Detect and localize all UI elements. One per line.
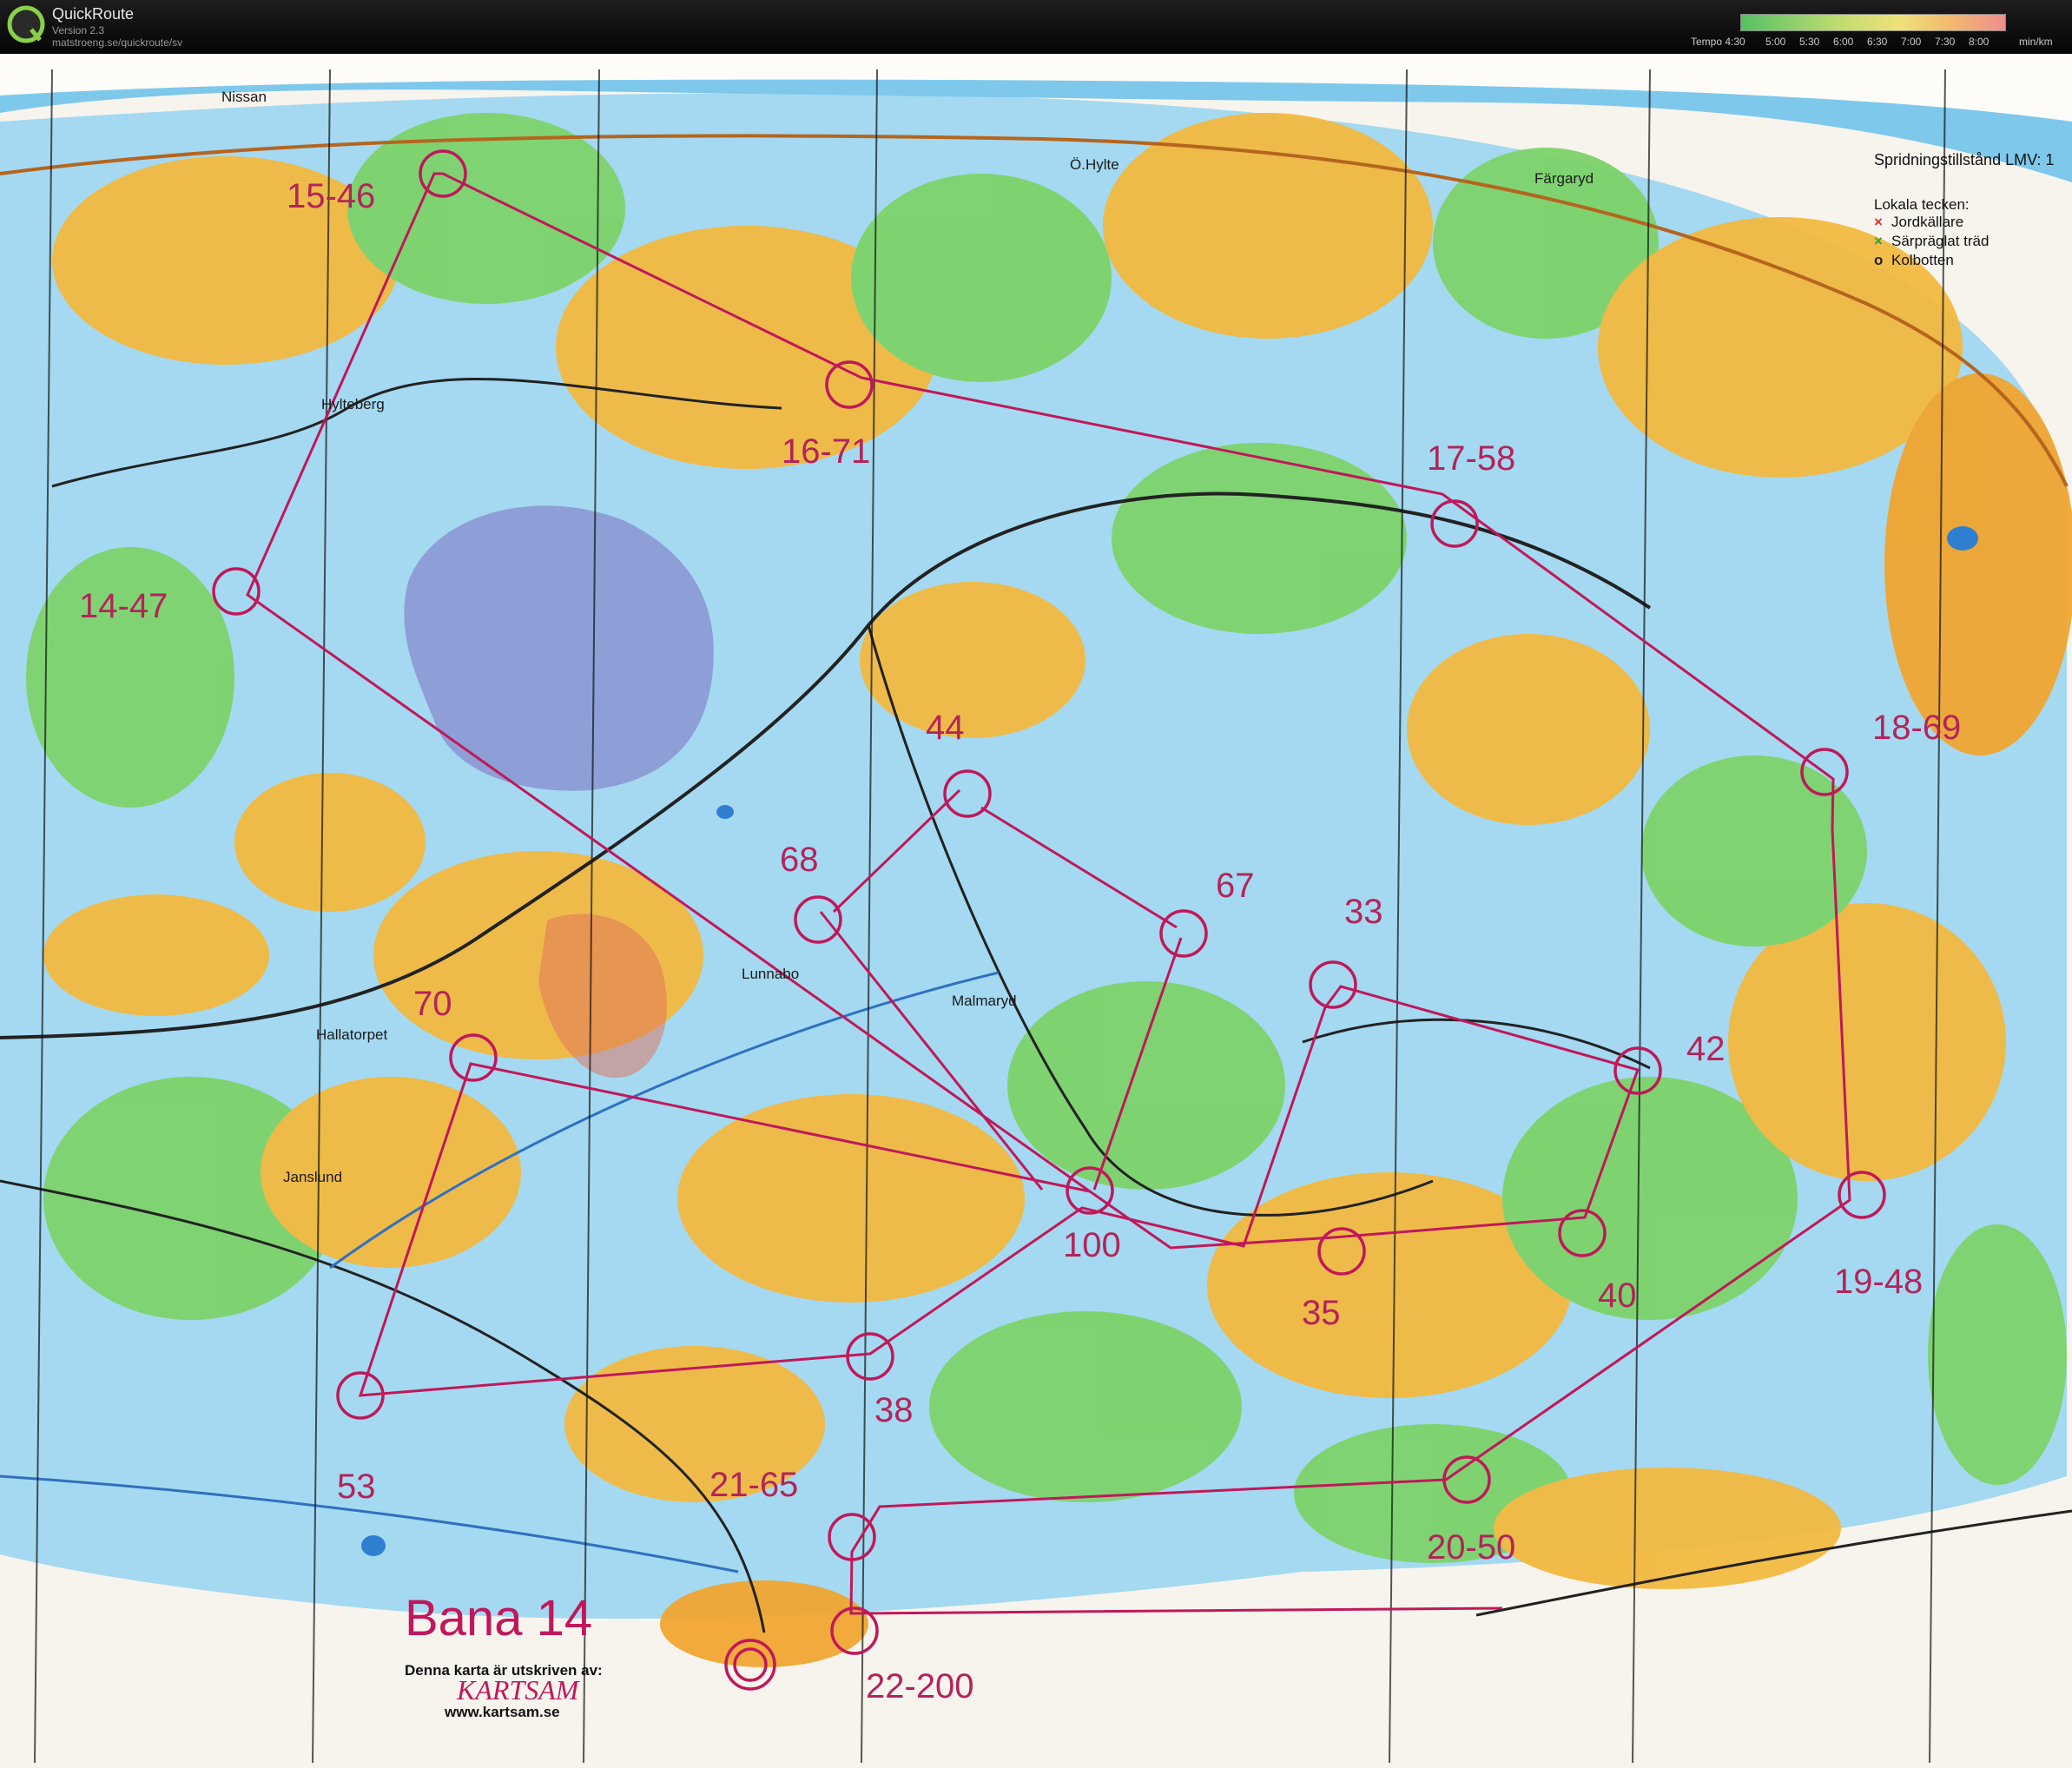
tempo-tick: 8:00	[1969, 36, 1990, 48]
orienteering-map[interactable]: Nissan Ö.Hylte Färgaryd Hylteberg Lunnab…	[0, 54, 2072, 1768]
course-title: Bana 14	[405, 1590, 593, 1646]
legend-heading: Spridningstillstånd LMV: 1	[1874, 151, 2055, 168]
legend-item: o Kolbotten	[1874, 252, 1954, 269]
map-graphics	[0, 54, 2072, 1768]
control-label: 21-65	[709, 1466, 799, 1504]
control-label: 35	[1302, 1294, 1341, 1332]
place-name: Färgaryd	[1534, 170, 1594, 187]
control-label: 18-69	[1872, 709, 1962, 747]
control-label: 40	[1598, 1277, 1637, 1315]
control-label: 42	[1686, 1030, 1726, 1068]
control-label: 70	[413, 985, 452, 1023]
place-name: Malmaryd	[952, 993, 1017, 1009]
app-version: Version 2.3	[52, 24, 105, 36]
legend-label: Särpräglat träd	[1891, 233, 1990, 249]
place-name: Nissan	[221, 89, 267, 105]
tempo-tick: 6:00	[1833, 36, 1854, 48]
control-label: 68	[780, 841, 819, 879]
control-label: 38	[874, 1391, 914, 1429]
tree-icon: ×	[1874, 233, 1883, 249]
control-label: 19-48	[1834, 1263, 1924, 1301]
control-label: 100	[1063, 1226, 1121, 1264]
legend-label: Kolbotten	[1891, 252, 1954, 268]
kolbotten-icon: o	[1874, 252, 1884, 268]
control-label: 14-47	[79, 587, 168, 625]
control-label: 22-200	[866, 1667, 974, 1705]
control-label: 20-50	[1427, 1528, 1516, 1567]
control-label: 44	[926, 709, 965, 747]
tempo-tick: 5:30	[1799, 36, 1820, 48]
legend-item: × Jordkällare	[1874, 214, 1963, 231]
jordkallare-icon: ×	[1874, 214, 1883, 230]
place-name: Janslund	[283, 1169, 343, 1185]
app-title: QuickRoute	[52, 5, 135, 23]
legend-local-heading: Lokala tecken:	[1874, 196, 1970, 213]
printer-url: www.kartsam.se	[445, 1704, 560, 1720]
tempo-tick: 6:30	[1867, 36, 1888, 48]
app-url: matstroeng.se/quickroute/sv	[52, 36, 183, 49]
legend-label: Jordkällare	[1891, 214, 1964, 230]
place-name: Lunnabo	[742, 966, 800, 982]
control-label: 53	[337, 1468, 376, 1506]
kartsam-logo: KARTSAM	[457, 1674, 579, 1705]
tempo-unit: min/km	[2019, 36, 2053, 48]
control-label: 33	[1344, 893, 1383, 931]
tempo-tick: 7:00	[1901, 36, 1922, 48]
control-label: 16-71	[782, 432, 871, 471]
control-label: 15-46	[287, 177, 376, 215]
control-label: 67	[1216, 867, 1255, 905]
quickroute-logo-icon	[7, 5, 45, 43]
place-name: Hallatorpet	[316, 1026, 388, 1043]
legend-item: × Särpräglat träd	[1874, 233, 1989, 250]
tempo-color-scale	[1740, 14, 2006, 31]
control-label: 17-58	[1427, 439, 1516, 478]
quickroute-title-bar: QuickRoute Version 2.3 matstroeng.se/qui…	[0, 0, 2072, 54]
place-name: Hylteberg	[321, 396, 385, 412]
place-name: Ö.Hylte	[1070, 156, 1119, 173]
tempo-tick: 5:00	[1765, 36, 1786, 48]
tempo-tick: 7:30	[1935, 36, 1956, 48]
tempo-label: Tempo 4:30	[1691, 36, 1745, 48]
